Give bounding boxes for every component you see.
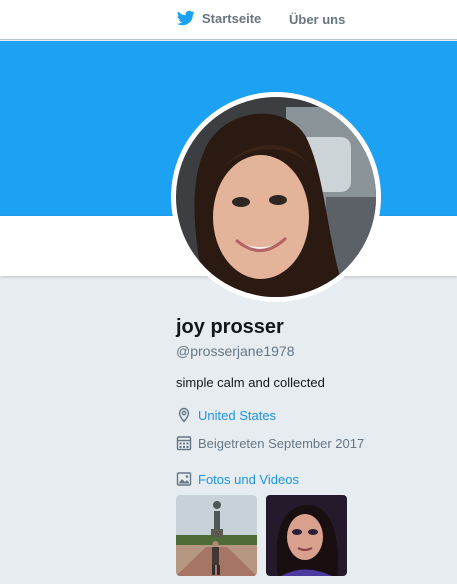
home-link-label: Startseite: [202, 10, 262, 26]
home-link[interactable]: Startseite: [176, 9, 261, 27]
photo-thumbnail-2[interactable]: [266, 495, 347, 576]
profile-name: joy prosser: [176, 316, 284, 338]
location-row: United States: [176, 407, 276, 423]
twitter-bird-icon: [176, 9, 196, 27]
about-link[interactable]: Über uns: [289, 12, 345, 27]
top-navigation-bar: Startseite Über uns: [0, 0, 457, 40]
location-pin-icon: [176, 407, 192, 423]
profile-bio: simple calm and collected: [176, 375, 325, 390]
location-link[interactable]: United States: [198, 408, 276, 423]
joined-date-text: Beigetreten September 2017: [198, 435, 365, 451]
profile-handle[interactable]: @prosserjane1978: [176, 343, 295, 359]
photos-videos-link[interactable]: Fotos und Videos: [198, 472, 299, 487]
media-section-header: Fotos und Videos: [176, 471, 299, 487]
photo-icon: [176, 471, 192, 487]
photo-thumbnail-1[interactable]: [176, 495, 257, 576]
calendar-icon: [176, 435, 192, 451]
joined-date-row: Beigetreten September 2017: [176, 435, 364, 451]
media-thumbnails: [176, 495, 347, 576]
avatar-photo: [176, 97, 376, 297]
avatar[interactable]: [171, 92, 381, 302]
